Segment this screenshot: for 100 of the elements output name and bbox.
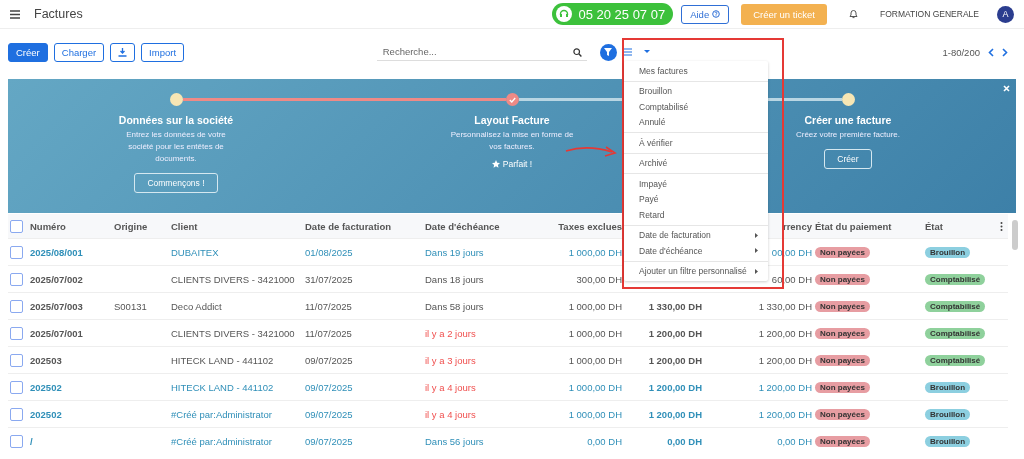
step-description: Entrez les données de votre société pour les entêtes de documents. <box>125 129 227 165</box>
step-button[interactable]: Créer <box>824 149 872 169</box>
menu-item[interactable]: Date d'échéance <box>624 243 768 259</box>
user-avatar[interactable]: A <box>997 5 1014 23</box>
chevron-left-icon[interactable] <box>988 47 994 57</box>
status-badge: Comptabilisé <box>925 354 986 366</box>
checkbox[interactable] <box>10 434 23 448</box>
table-cell: 202503 <box>30 354 62 366</box>
help-button[interactable]: Aide <box>681 4 730 24</box>
scrollbar-thumb[interactable] <box>1012 220 1018 250</box>
table-cell: 1 000,00 DH <box>568 381 622 393</box>
filter-icon <box>604 48 613 56</box>
table-cell: 2025/08/001 <box>30 246 83 258</box>
checkbox[interactable] <box>10 407 23 421</box>
star-icon <box>491 160 500 168</box>
table-cell: 09/07/2025 <box>305 354 353 366</box>
step-title: Créer une facture <box>804 114 892 126</box>
menu-item[interactable]: Archivé <box>624 155 768 171</box>
table-cell: 1 200,00 DH <box>648 381 702 393</box>
annotation-arrow <box>564 143 618 159</box>
table-cell: Dans 58 jours <box>425 300 484 312</box>
table-cell: #Créé par:Administrator <box>171 435 272 447</box>
list-icon[interactable] <box>622 48 632 56</box>
table-cell: 202502 <box>30 408 62 420</box>
column-header[interactable]: Client <box>171 220 198 232</box>
submenu-arrow-icon <box>755 248 758 254</box>
checkbox[interactable] <box>10 353 23 367</box>
submenu-arrow-icon <box>755 268 758 274</box>
step-description: Créez votre première facture. <box>794 129 901 141</box>
checkbox[interactable] <box>10 299 23 313</box>
menu-item[interactable]: Brouillon <box>624 83 768 99</box>
company-name[interactable]: FORMATION GENERALE <box>879 9 979 19</box>
table-cell: 01/08/2025 <box>305 246 353 258</box>
chevron-right-icon[interactable] <box>1002 47 1008 57</box>
step-description: Personnalisez la mise en forme de vos factures. <box>449 129 575 153</box>
table-cell: 1 330,00 DH <box>758 300 812 312</box>
status-badge: Brouillon <box>925 246 971 258</box>
step-status: Parfait ! <box>491 159 533 169</box>
caret-icon[interactable] <box>643 50 650 54</box>
toolbar-button[interactable]: Charger <box>53 42 105 62</box>
menu-item[interactable]: Date de facturation <box>624 227 768 243</box>
checkbox[interactable] <box>10 272 23 286</box>
checkbox[interactable] <box>10 245 23 259</box>
table-cell: DUBAITEX <box>171 246 219 258</box>
table-cell: 31/07/2025 <box>305 273 353 285</box>
table-cell: 0,00 DH <box>667 435 702 447</box>
table-cell: 11/07/2025 <box>305 327 352 339</box>
kebab-icon[interactable] <box>1000 221 1003 231</box>
status-badge: Non payées <box>815 354 870 366</box>
menu-item[interactable]: Payé <box>624 191 768 207</box>
checkbox[interactable] <box>10 219 23 233</box>
table-cell: 300,00 DH <box>576 273 622 285</box>
table-cell: 202502 <box>30 381 62 393</box>
menu-item[interactable]: À vérifier <box>624 135 768 151</box>
download-icon <box>118 47 128 57</box>
table-cell: il y a 4 jours <box>425 408 476 420</box>
toolbar-button[interactable]: Créer <box>8 42 48 62</box>
menu-item[interactable]: Annulé <box>624 114 768 130</box>
table-cell: Dans 19 jours <box>425 246 484 258</box>
table-cell: il y a 3 jours <box>425 354 476 366</box>
toolbar-button[interactable]: Import <box>141 42 185 62</box>
menu-icon[interactable] <box>10 9 20 19</box>
table-cell: 1 000,00 DH <box>568 246 622 258</box>
table-cell: #Créé par:Administrator <box>171 408 272 420</box>
status-badge: Non payées <box>815 381 870 393</box>
download-button[interactable] <box>110 42 136 62</box>
table-cell: il y a 4 jours <box>425 381 476 393</box>
menu-item[interactable]: Comptabilisé <box>624 99 768 115</box>
table-cell: 1 200,00 DH <box>758 408 812 420</box>
menu-item[interactable]: Retard <box>624 207 768 223</box>
table-cell: S00131 <box>114 300 147 312</box>
status-badge: Non payées <box>815 435 870 447</box>
table-cell: HITECK LAND - 441102 <box>171 354 274 366</box>
table-cell: 2025/07/001 <box>30 327 83 339</box>
menu-item[interactable]: Impayé <box>624 176 768 192</box>
column-header[interactable]: rrency <box>782 220 812 232</box>
checkbox[interactable] <box>10 326 23 340</box>
status-badge: Non payées <box>815 273 870 285</box>
search-icon <box>572 47 582 57</box>
table-cell: 1 200,00 DH <box>758 381 812 393</box>
pager-range: 1-80/200 <box>942 46 980 58</box>
status-badge: Non payées <box>815 408 870 420</box>
status-badge: Comptabilisé <box>925 300 986 312</box>
table-cell: HITECK LAND - 441102 <box>171 381 274 393</box>
table-cell: 1 200,00 DH <box>758 354 812 366</box>
bell-icon[interactable] <box>848 9 858 19</box>
menu-item[interactable]: Mes factures <box>624 63 768 79</box>
column-header[interactable]: État <box>925 220 943 232</box>
table-cell: il y a 2 jours <box>425 327 476 339</box>
checkbox[interactable] <box>10 380 23 394</box>
filter-button[interactable] <box>599 43 617 61</box>
page-title: Factures <box>34 7 84 21</box>
table-cell: 1 200,00 DH <box>758 327 812 339</box>
close-icon[interactable] <box>1003 85 1010 92</box>
search-field[interactable]: Recherche... <box>376 43 587 61</box>
status-badge: Comptabilisé <box>925 273 986 285</box>
menu-item[interactable]: Ajouter un filtre personnalisé <box>624 263 768 279</box>
table-cell: Deco Addict <box>171 300 222 312</box>
table-cell: / <box>30 435 33 447</box>
table-cell: 0,00 DH <box>587 435 622 447</box>
